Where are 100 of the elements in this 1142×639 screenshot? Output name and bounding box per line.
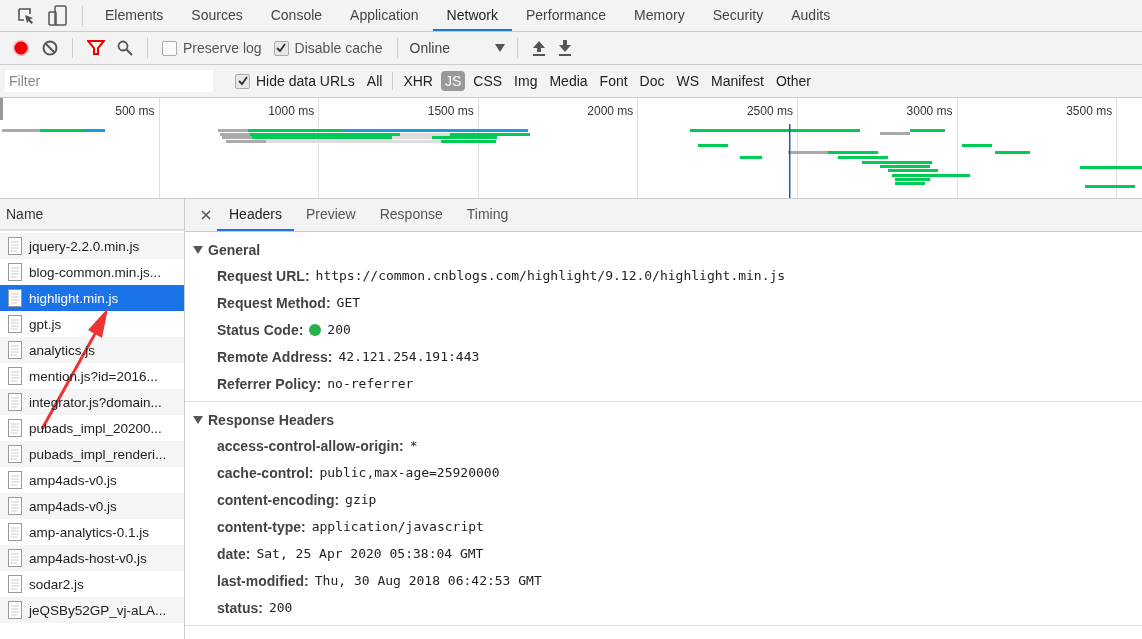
file-icon — [8, 523, 22, 541]
time-tick-label: 3000 ms — [906, 104, 953, 118]
file-icon — [8, 315, 22, 333]
time-tick-label: 1000 ms — [268, 104, 315, 118]
file-icon — [8, 289, 22, 307]
checkbox[interactable] — [273, 40, 289, 56]
panel-tab[interactable]: Sources — [177, 0, 257, 31]
checkbox-label: Hide data URLs — [256, 73, 355, 89]
filter-field[interactable]: Filter — [5, 70, 213, 92]
header-name: date: — [217, 545, 251, 562]
header-name: Remote Address: — [217, 348, 333, 365]
file-icon — [8, 445, 22, 463]
header-value: Thu, 30 Aug 2018 06:42:53 GMT — [314, 573, 542, 588]
header-value: GET — [336, 295, 361, 310]
upload-icon[interactable] — [531, 40, 546, 56]
header-value: * — [409, 438, 418, 453]
time-tick-label: 2500 ms — [746, 104, 793, 118]
request-row[interactable]: amp-analytics-0.1.js — [0, 519, 184, 545]
close-icon[interactable] — [201, 210, 211, 220]
file-icon — [8, 601, 22, 619]
type-filter-button[interactable]: Doc — [635, 71, 669, 91]
type-filter-button[interactable]: Manifest — [707, 71, 768, 91]
request-row[interactable]: blog-common.min.js... — [0, 259, 184, 285]
type-filter-button[interactable]: All — [362, 71, 387, 91]
header-name: status: — [217, 599, 263, 616]
checkbox[interactable] — [162, 40, 177, 56]
panel-tab[interactable]: Memory — [620, 0, 699, 31]
type-filter-button[interactable]: Other — [772, 71, 815, 91]
type-filter-button[interactable]: Img — [510, 71, 542, 91]
header-name: content-type: — [217, 518, 306, 535]
detail-tab[interactable]: Timing — [454, 199, 521, 231]
checkbox-option[interactable]: Preserve log — [162, 40, 262, 56]
header-value: gzip — [345, 492, 377, 507]
panel-tab[interactable]: Console — [256, 0, 337, 31]
header-name: Referrer Policy: — [217, 375, 322, 392]
filter-icon[interactable] — [87, 40, 105, 56]
request-row[interactable]: pubads_impl_20200... — [0, 415, 184, 441]
file-icon — [8, 497, 22, 515]
type-filter-button[interactable]: XHR — [399, 71, 437, 91]
throttling-dropdown[interactable]: Online — [405, 40, 509, 56]
checkbox-option[interactable]: Disable cache — [273, 40, 383, 56]
section-header[interactable]: General — [185, 238, 1142, 262]
file-icon — [8, 341, 22, 359]
inspect-element-icon[interactable] — [16, 5, 36, 26]
panel-tab[interactable]: Security — [698, 0, 778, 31]
column-header[interactable]: Name — [0, 199, 184, 231]
time-tick-label: 1500 ms — [427, 104, 474, 118]
request-row[interactable]: sodar2.js — [0, 571, 184, 597]
request-row[interactable]: highlight.min.js — [0, 285, 184, 311]
file-icon — [8, 549, 22, 567]
request-row[interactable]: gpt.js — [0, 311, 184, 337]
request-row[interactable]: amp4ads-v0.js — [0, 493, 184, 519]
type-filter-button[interactable]: Font — [595, 71, 632, 91]
header-value: application/javascript — [311, 519, 484, 534]
file-icon — [8, 575, 22, 593]
type-filter-button[interactable]: WS — [672, 71, 704, 91]
search-icon[interactable] — [117, 40, 133, 56]
checkbox-label: Preserve log — [183, 40, 262, 56]
header-value: 42.121.254.191:443 — [338, 349, 480, 364]
file-icon — [8, 419, 22, 437]
detail-tab[interactable]: Response — [367, 199, 455, 231]
panel-tab[interactable]: Application — [336, 0, 433, 31]
request-row[interactable]: amp4ads-v0.js — [0, 467, 184, 493]
type-filter-button[interactable]: CSS — [469, 71, 507, 91]
file-icon — [8, 367, 22, 385]
time-tick-label: 500 ms — [115, 104, 155, 118]
device-toolbar-icon[interactable] — [48, 4, 68, 27]
clear-icon[interactable] — [42, 40, 58, 56]
header-name: Request Method: — [217, 294, 331, 311]
request-row[interactable]: pubads_impl_renderi... — [0, 441, 184, 467]
header-value: Sat, 25 Apr 2020 05:38:04 GMT — [256, 546, 484, 561]
header-value: no-referrer — [327, 376, 414, 391]
download-icon[interactable] — [557, 40, 572, 56]
disclosure-triangle-icon[interactable] — [193, 246, 203, 254]
checkbox-option[interactable]: Hide data URLs — [235, 73, 355, 89]
section-header[interactable]: Response Headers — [185, 408, 1142, 432]
time-tick-label: 3500 ms — [1066, 104, 1113, 118]
request-row[interactable]: amp4ads-host-v0.js — [0, 545, 184, 571]
panel-tab[interactable]: Elements — [91, 0, 178, 31]
request-row[interactable]: jeQSBy52GP_vj-aLA... — [0, 597, 184, 623]
header-name: cache-control: — [217, 464, 314, 481]
header-name: Request URL: — [217, 267, 310, 284]
checkbox[interactable] — [235, 73, 250, 89]
header-value: public,max-age=25920000 — [319, 465, 500, 480]
panel-tab[interactable]: Performance — [511, 0, 621, 31]
disclosure-triangle-icon[interactable] — [193, 416, 203, 424]
file-icon — [8, 263, 22, 281]
file-icon — [8, 471, 22, 489]
request-row[interactable]: jquery-2.2.0.min.js — [0, 233, 184, 259]
detail-tab[interactable]: Headers — [217, 199, 294, 231]
file-icon — [8, 237, 22, 255]
panel-tab[interactable]: Audits — [777, 0, 845, 31]
time-tick-label: 2000 ms — [587, 104, 634, 118]
header-name: access-control-allow-origin: — [217, 437, 404, 454]
header-value: https://common.cnblogs.com/highlight/9.12.0/highlight.min.js — [315, 268, 786, 283]
header-name: last-modified: — [217, 572, 309, 589]
detail-tab[interactable]: Preview — [293, 199, 368, 231]
checkbox-label: Disable cache — [294, 40, 383, 56]
type-filter-button[interactable]: Media — [545, 71, 592, 91]
record-button[interactable] — [12, 39, 30, 57]
